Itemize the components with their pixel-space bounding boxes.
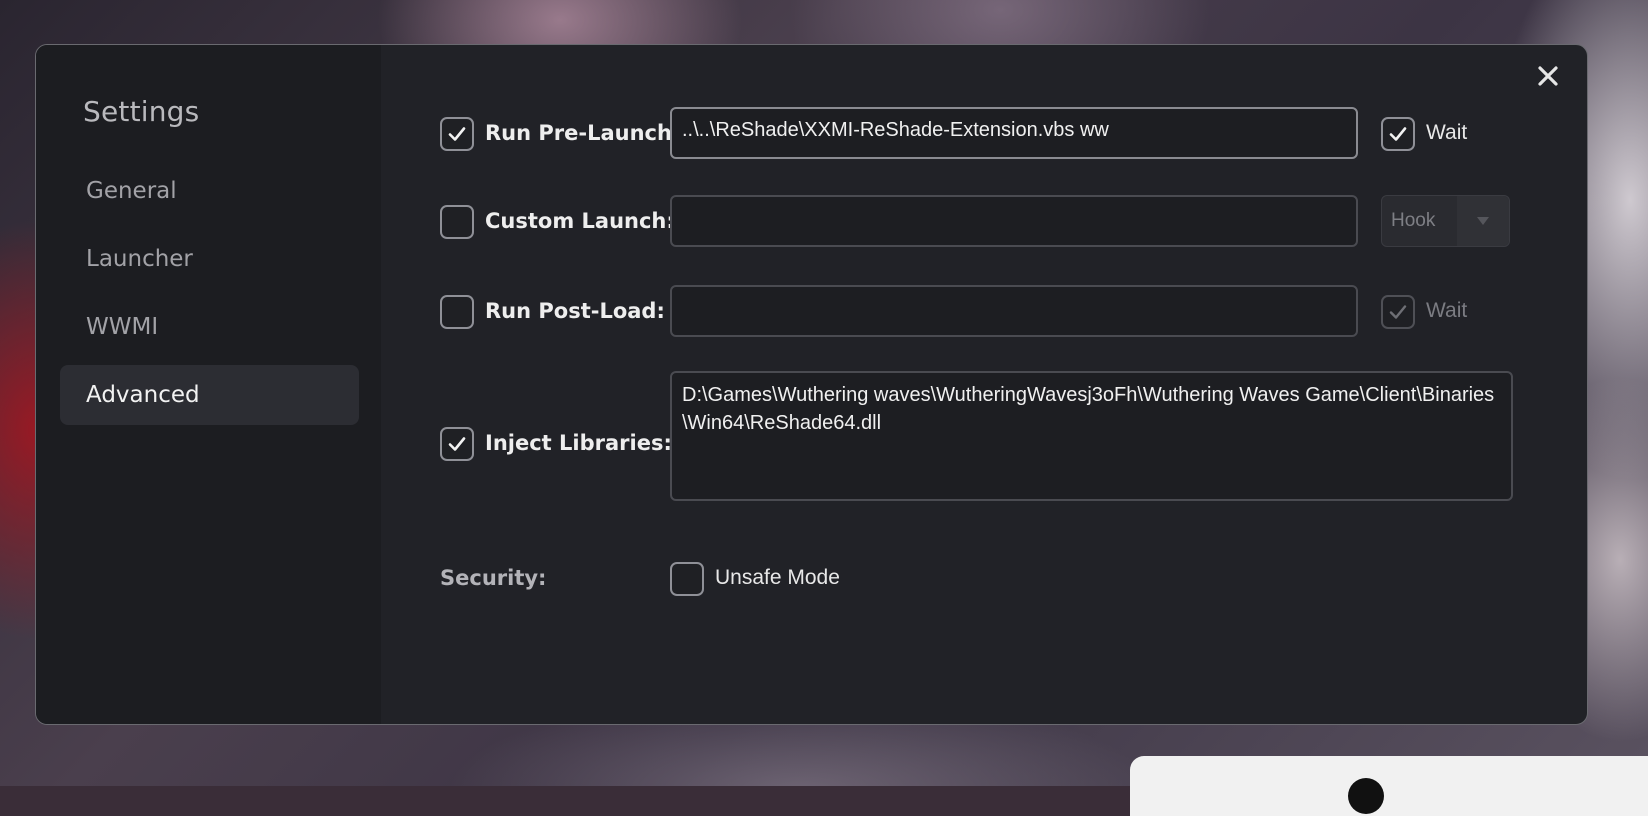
select-value: Hook [1391, 210, 1436, 231]
checkmark-icon [448, 437, 466, 451]
chevron-down-icon [1457, 196, 1509, 246]
background-panel [1130, 756, 1648, 816]
sidebar-item-advanced[interactable]: Advanced [60, 365, 359, 425]
run-pre-launch-checkbox[interactable] [440, 117, 474, 151]
sidebar-title: Settings [83, 95, 200, 128]
run-post-load-checkbox[interactable] [440, 295, 474, 329]
checkmark-icon [448, 127, 466, 141]
run-pre-launch-wait-checkbox[interactable] [1381, 117, 1415, 151]
custom-launch-label: Custom Launch: [485, 209, 675, 233]
custom-launch-checkbox[interactable] [440, 205, 474, 239]
background-panel-avatar [1348, 778, 1384, 814]
inject-libraries-label: Inject Libraries: [485, 431, 672, 455]
run-post-load-wait-label: Wait [1426, 299, 1468, 322]
checkmark-icon [1389, 127, 1407, 141]
custom-launch-input[interactable] [670, 195, 1358, 247]
run-post-load-input[interactable] [670, 285, 1358, 337]
sidebar-item-label: General [86, 178, 177, 204]
run-pre-launch-wait-label: Wait [1426, 121, 1468, 144]
run-pre-launch-label: Run Pre-Launch: [485, 121, 681, 145]
inject-libraries-checkbox[interactable] [440, 427, 474, 461]
sidebar-item-label: Launcher [86, 246, 193, 272]
run-post-load-wait-checkbox[interactable] [1381, 295, 1415, 329]
settings-content: Run Pre-Launch: ..\..\ReShade\XXMI-ReSha… [381, 45, 1587, 724]
settings-dialog: Settings General Launcher WWMI Advanced … [35, 44, 1588, 725]
unsafe-mode-checkbox[interactable] [670, 562, 704, 596]
security-label: Security: [440, 566, 547, 590]
settings-sidebar: Settings General Launcher WWMI Advanced [36, 45, 381, 724]
inject-libraries-textarea[interactable]: D:\Games\Wuthering waves\WutheringWavesj… [670, 371, 1513, 501]
sidebar-item-wwmi[interactable]: WWMI [60, 297, 359, 357]
unsafe-mode-label: Unsafe Mode [715, 566, 840, 589]
run-pre-launch-input[interactable]: ..\..\ReShade\XXMI-ReShade-Extension.vbs… [670, 107, 1358, 159]
sidebar-item-label: WWMI [86, 314, 159, 340]
sidebar-item-label: Advanced [86, 382, 200, 408]
run-post-load-label: Run Post-Load: [485, 299, 665, 323]
sidebar-item-general[interactable]: General [60, 161, 359, 221]
checkmark-icon [1389, 305, 1407, 319]
sidebar-item-launcher[interactable]: Launcher [60, 229, 359, 289]
custom-launch-mode-select[interactable]: Hook [1381, 195, 1510, 247]
